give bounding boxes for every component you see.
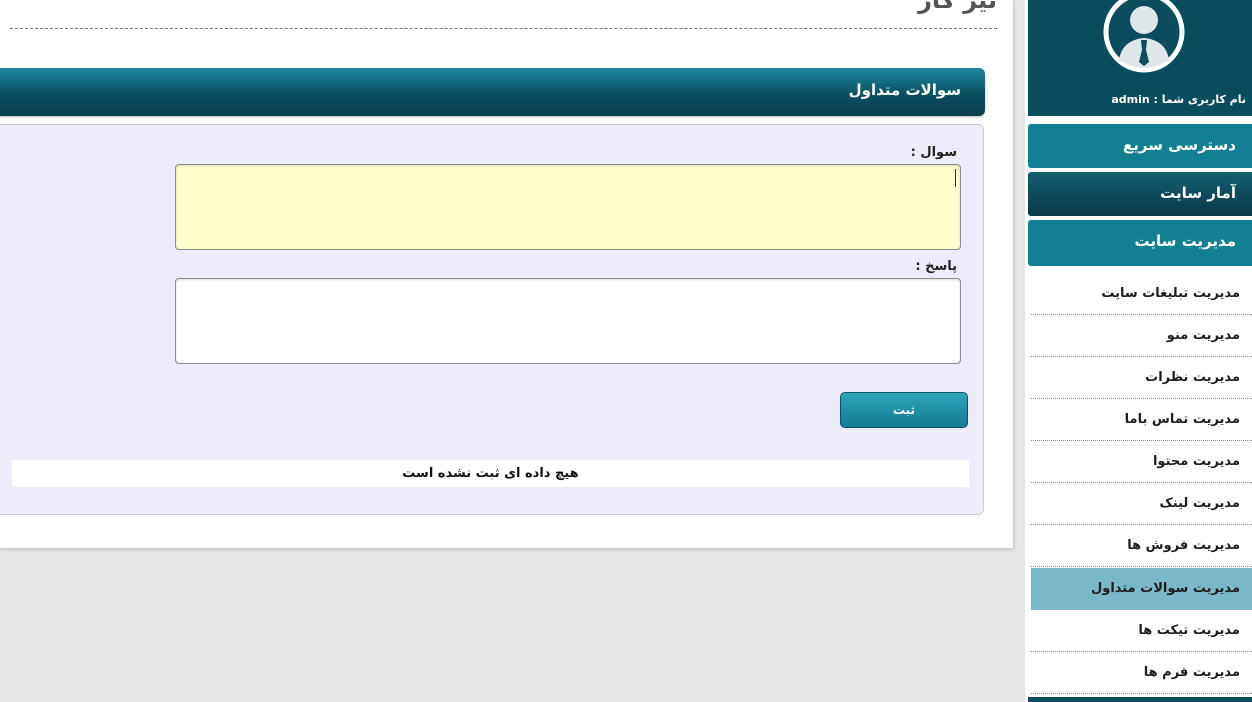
avatar — [1103, 0, 1185, 73]
sidebar-footer-bar — [1028, 697, 1252, 702]
sidebar-item-content[interactable]: مدیریت محتوا — [1031, 441, 1252, 483]
answer-textarea[interactable] — [175, 278, 961, 364]
sidebar-item-links[interactable]: مدیریت لینک — [1031, 483, 1252, 525]
avatar-head-icon — [1130, 6, 1158, 34]
sidebar-item-menu[interactable]: مدیریت منو — [1031, 315, 1252, 357]
submit-button[interactable]: ثبت — [840, 392, 968, 428]
sidebar-item-sales[interactable]: مدیریت فروش ها — [1031, 525, 1252, 567]
faq-form: سوال : پاسخ : ثبت هیچ داده ای ثبت نشده ا… — [0, 124, 984, 515]
title-divider — [10, 28, 997, 29]
section-header: سوالات متداول — [0, 68, 985, 116]
username-label: نام کاربری شما : admin — [1111, 93, 1246, 106]
main-panel: تیر کار سوالات متداول سوال : پاسخ : ثبت … — [0, 0, 1014, 549]
site-stats-button[interactable]: آمار سایت — [1028, 172, 1252, 216]
section-title: سوالات متداول — [848, 81, 961, 99]
answer-label: پاسخ : — [915, 259, 957, 274]
question-label: سوال : — [910, 145, 957, 160]
sidebar-item-tickets[interactable]: مدیریت تیکت ها — [1031, 610, 1252, 652]
question-textarea[interactable] — [175, 164, 961, 250]
empty-table-message: هیچ داده ای ثبت نشده است — [12, 460, 969, 487]
text-caret — [955, 169, 956, 187]
site-management-button[interactable]: مدیریت سایت — [1028, 220, 1252, 266]
sidebar-item-faq[interactable]: مدیریت سوالات متداول — [1031, 568, 1252, 610]
quick-access-button[interactable]: دسترسی سریع — [1028, 124, 1252, 168]
sidebar-item-forms[interactable]: مدیریت فرم ها — [1031, 652, 1252, 694]
page-title: تیر کار — [918, 0, 997, 14]
sidebar: نام کاربری شما : admin دسترسی سریع آمار … — [1025, 0, 1252, 702]
sidebar-item-ads[interactable]: مدیریت تبلیغات سایت — [1031, 273, 1252, 315]
sidebar-item-contact[interactable]: مدیریت تماس باما — [1031, 399, 1252, 441]
sidebar-item-comments[interactable]: مدیریت نظرات — [1031, 357, 1252, 399]
profile-box: نام کاربری شما : admin — [1028, 0, 1252, 116]
